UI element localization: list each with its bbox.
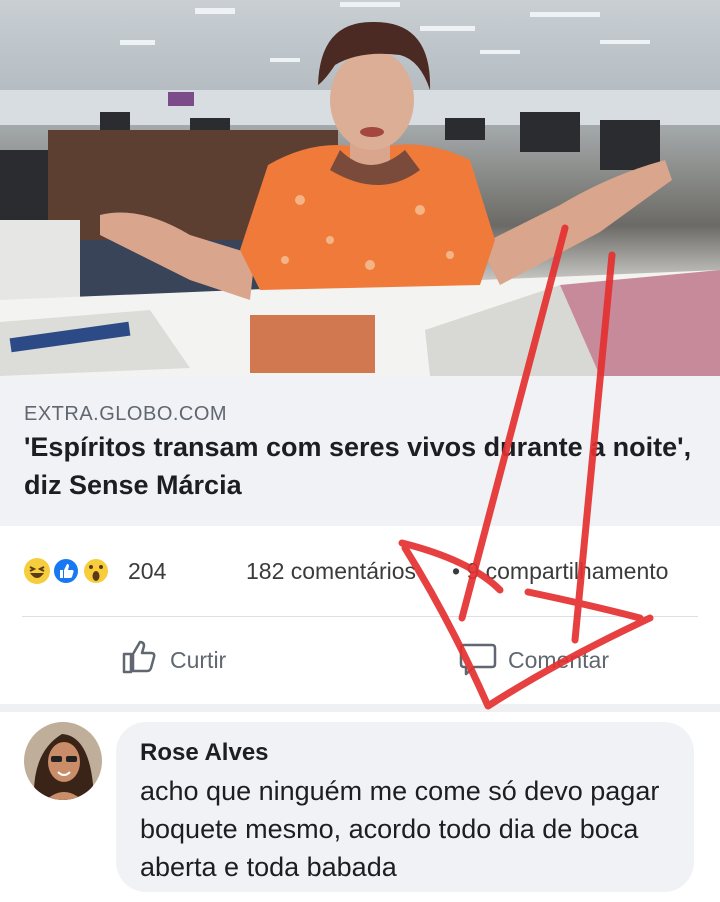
newsroom-image [0,2,720,376]
like-icon [52,557,80,585]
post-photo[interactable] [0,0,720,376]
divider [22,616,698,617]
reactions-bar: 204 182 comentários • 9 compartilhamento [0,548,720,596]
like-label: Curtir [170,646,227,673]
comment-bubble-icon [458,637,498,683]
comment-label: Comentar [508,646,609,673]
like-button[interactable]: Curtir [120,638,226,682]
thumbs-up-icon [120,637,160,683]
link-domain: EXTRA.GLOBO.COM [24,403,228,425]
section-separator [0,704,720,712]
comment-author[interactable]: Rose Alves [140,739,269,767]
share-count[interactable]: • 9 compartilhamento [452,558,668,585]
reaction-count[interactable]: 204 [128,558,166,585]
reaction-icons[interactable] [22,556,122,586]
comment-text: acho que ninguém me come só devo pagar b… [140,776,660,882]
comment-bubble[interactable]: Rose Alves acho que ninguém me come só d… [116,722,694,892]
comment-count[interactable]: 182 comentários [246,558,416,585]
action-bar: Curtir Comentar [0,620,720,704]
link-headline[interactable]: 'Espíritos transam com seres vivos duran… [24,428,694,504]
wow-icon [82,557,110,585]
avatar[interactable] [24,722,102,800]
comment-button[interactable]: Comentar [458,638,609,682]
haha-icon [24,558,50,584]
